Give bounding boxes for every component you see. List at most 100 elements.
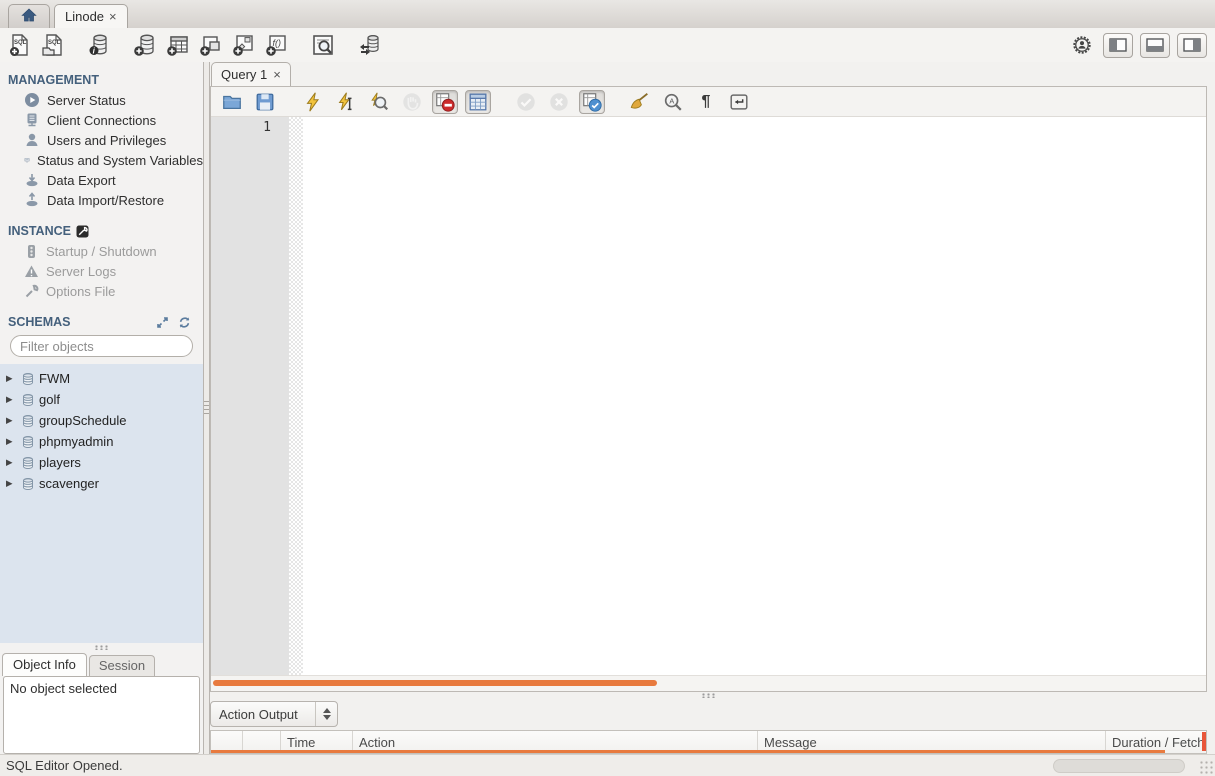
create-procedure-icon	[233, 35, 253, 56]
connection-tab[interactable]: Linode ×	[54, 4, 128, 28]
open-script-button[interactable]	[219, 90, 245, 114]
fold-margin	[289, 117, 303, 675]
limit-rows-button[interactable]	[465, 89, 491, 114]
schema-filter-input[interactable]	[20, 338, 196, 354]
sidebar-item-users-and-privileges[interactable]: Users and Privileges	[0, 130, 203, 150]
sidebar-item-system-variables[interactable]: Status and System Variables	[0, 150, 203, 170]
home-icon	[20, 6, 38, 27]
tab-session[interactable]: Session	[88, 655, 156, 676]
schema-tree: ▶ FWM ▶ golf ▶ groupSchedule ▶ phpmyadmi…	[0, 364, 203, 643]
sidebar-item-label: Data Import/Restore	[47, 192, 165, 208]
toggle-stop-on-error-button[interactable]	[432, 89, 458, 114]
sidebar-splitter[interactable]	[203, 62, 210, 754]
schema-row-fwm[interactable]: ▶ FWM	[0, 368, 203, 389]
save-script-button[interactable]	[252, 90, 278, 114]
status-bar: SQL Editor Opened.	[0, 754, 1215, 776]
sidebar-item-options-file[interactable]: Options File	[0, 281, 203, 301]
show-invisibles-button[interactable]: ¶	[693, 90, 719, 114]
query-tab[interactable]: Query 1 ×	[211, 62, 291, 86]
schema-icon	[23, 456, 33, 469]
search-data-button[interactable]	[309, 31, 337, 59]
schema-row-groupschedule[interactable]: ▶ groupSchedule	[0, 410, 203, 431]
sidebar-item-server-status[interactable]: Server Status	[0, 90, 203, 110]
query-tab-label: Query 1	[221, 67, 268, 82]
tab-label: Object Info	[13, 657, 76, 672]
home-tab[interactable]	[8, 4, 50, 28]
explain-icon	[371, 92, 389, 110]
wrench-badge-icon	[76, 225, 89, 237]
sidebar-item-label: Server Logs	[46, 263, 117, 279]
expand-arrow-icon[interactable]: ▶	[6, 478, 17, 489]
expand-arrow-icon[interactable]: ▶	[6, 373, 17, 384]
toggle-autocommit-button[interactable]	[579, 89, 605, 114]
sidebar-item-label: Users and Privileges	[47, 132, 167, 148]
server-logs-icon	[25, 265, 38, 277]
schema-row-scavenger[interactable]: ▶ scavenger	[0, 473, 203, 494]
sidebar-item-label: Status and System Variables	[37, 152, 203, 168]
create-function-button[interactable]: f()	[263, 31, 291, 59]
editor-horizontal-scrollbar[interactable]	[211, 675, 1206, 691]
query-tab-bar: Query 1 ×	[210, 62, 1207, 86]
create-procedure-button[interactable]	[230, 31, 258, 59]
toggle-bottom-panel-button[interactable]	[1140, 32, 1170, 58]
schema-icon	[23, 477, 33, 490]
execute-current-button[interactable]	[333, 90, 359, 114]
expand-arrow-icon[interactable]: ▶	[6, 415, 17, 426]
execute-button[interactable]	[300, 90, 326, 114]
resize-grip[interactable]	[1199, 760, 1213, 774]
users-icon	[26, 133, 38, 146]
close-icon[interactable]: ×	[109, 9, 117, 24]
toggle-left-panel-button[interactable]	[1103, 32, 1133, 58]
schema-inspector-button[interactable]: i	[85, 31, 113, 59]
create-view-icon	[200, 36, 220, 56]
new-sql-tab-button[interactable]: SQL	[6, 31, 34, 59]
output-selector[interactable]: Action Output	[210, 701, 338, 727]
navigator-sidebar: MANAGEMENT Server Status Client Connecti…	[0, 62, 203, 754]
server-status-icon	[25, 93, 39, 107]
schema-filter	[10, 335, 196, 357]
rollback-icon	[550, 92, 568, 111]
toggle-right-panel-button[interactable]	[1177, 32, 1207, 58]
sidebar-item-startup-shutdown[interactable]: Startup / Shutdown	[0, 241, 203, 261]
svg-text:SQL: SQL	[48, 40, 61, 46]
find-button[interactable]: A	[660, 90, 686, 114]
sidebar-item-server-logs[interactable]: Server Logs	[0, 261, 203, 281]
sidebar-horizontal-splitter[interactable]	[0, 643, 203, 651]
beautify-button[interactable]	[627, 90, 653, 114]
spinner-arrows-icon[interactable]	[315, 702, 337, 726]
main-toolbar: SQL SQL i f()	[0, 28, 1215, 62]
explain-button[interactable]	[366, 90, 392, 114]
grid-vertical-scrollbar[interactable]	[1202, 732, 1206, 751]
sidebar-item-client-connections[interactable]: Client Connections	[0, 110, 203, 130]
schema-row-players[interactable]: ▶ players	[0, 452, 203, 473]
editor-area: Query 1 × A ¶ 1 Action Output Time Actio…	[210, 62, 1215, 754]
expand-schemas-icon[interactable]	[156, 316, 169, 329]
sidebar-item-data-export[interactable]: Data Export	[0, 170, 203, 190]
create-view-button[interactable]	[197, 31, 225, 59]
expand-arrow-icon[interactable]: ▶	[6, 394, 17, 405]
preferences-button[interactable]	[1068, 31, 1096, 59]
schema-row-golf[interactable]: ▶ golf	[0, 389, 203, 410]
wrap-text-button[interactable]	[726, 90, 752, 114]
sidebar-item-data-import[interactable]: Data Import/Restore	[0, 190, 203, 210]
schema-row-phpmyadmin[interactable]: ▶ phpmyadmin	[0, 431, 203, 452]
tab-object-info[interactable]: Object Info	[2, 653, 87, 676]
expand-arrow-icon[interactable]: ▶	[6, 436, 17, 447]
create-table-button[interactable]	[164, 31, 192, 59]
options-file-icon	[25, 284, 39, 297]
create-function-icon: f()	[266, 35, 286, 56]
scrollbar-thumb[interactable]	[213, 680, 657, 686]
reconnect-button[interactable]	[355, 31, 383, 59]
connection-tab-label: Linode	[65, 9, 105, 24]
refresh-schemas-icon[interactable]	[178, 316, 191, 329]
open-sql-script-button[interactable]: SQL	[39, 31, 67, 59]
object-info-text: No object selected	[10, 681, 117, 696]
client-connections-icon	[27, 113, 37, 127]
create-schema-button[interactable]	[131, 31, 159, 59]
close-icon[interactable]: ×	[273, 67, 281, 82]
sql-code-area[interactable]	[303, 117, 1206, 675]
toggle-left-panel-icon	[1109, 38, 1127, 52]
expand-arrow-icon[interactable]: ▶	[6, 457, 17, 468]
object-info-tabs: Object Info Session	[0, 651, 203, 676]
output-horizontal-scrollbar[interactable]	[1053, 759, 1185, 773]
